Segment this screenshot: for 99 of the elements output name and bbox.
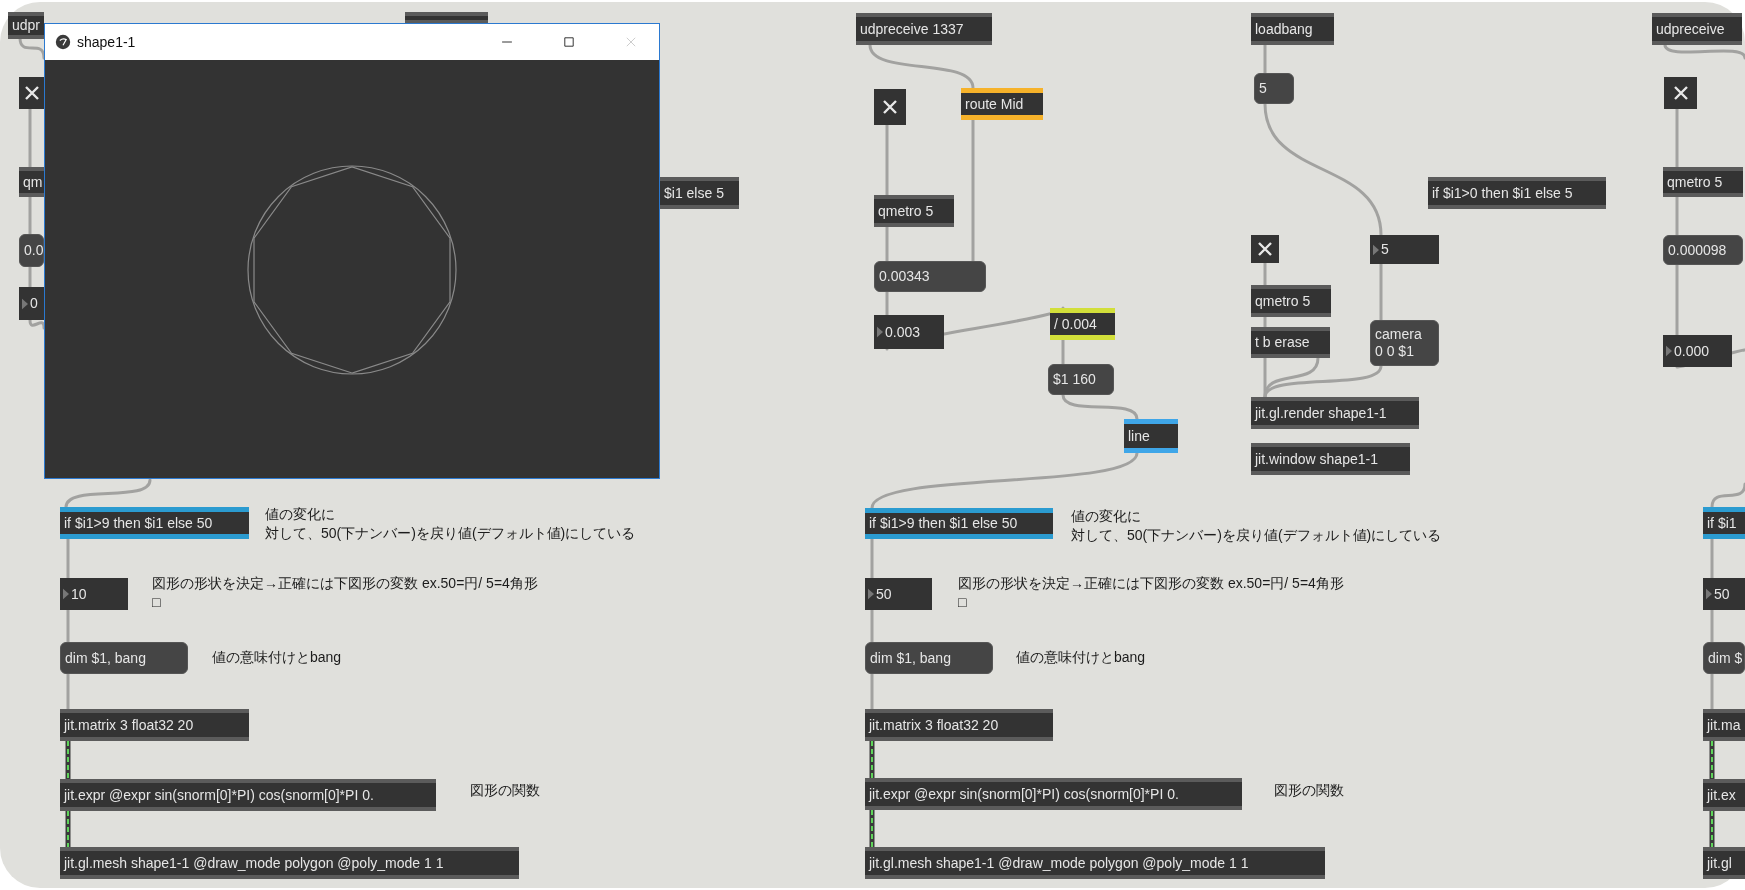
message-box[interactable]: $1 160 bbox=[1048, 364, 1114, 395]
number-box[interactable]: 50 bbox=[865, 578, 932, 610]
patch-cord bbox=[870, 537, 874, 580]
object-box[interactable]: loadbang bbox=[1251, 13, 1334, 45]
app-icon bbox=[55, 34, 71, 50]
object-box[interactable]: qmetro 5 bbox=[1663, 167, 1743, 197]
toggle[interactable] bbox=[874, 89, 906, 125]
patch-cord bbox=[1710, 537, 1714, 580]
object-box[interactable]: if $i1>9 then $i1 else 50 bbox=[865, 508, 1053, 539]
toggle[interactable] bbox=[1251, 235, 1279, 263]
patch-cord bbox=[28, 107, 32, 169]
object-box[interactable]: udpr bbox=[8, 12, 44, 39]
patch-cord bbox=[1709, 810, 1715, 848]
object-box[interactable]: qm bbox=[19, 167, 44, 197]
message-box[interactable]: 5 bbox=[1254, 73, 1294, 104]
comment: 図形の関数 bbox=[1274, 781, 1344, 800]
patch-cord bbox=[28, 265, 32, 289]
message-box[interactable]: dim $1, bang bbox=[865, 642, 993, 674]
comment: 図形の形状を決定→正確には下図形の変数 ex.50=円/ 5=4角形 bbox=[958, 574, 1344, 593]
object-box[interactable]: udpreceive bbox=[1652, 13, 1742, 45]
patch-cord bbox=[66, 672, 70, 711]
object-box[interactable]: jit.ex bbox=[1703, 779, 1745, 811]
window-title: shape1-1 bbox=[77, 34, 136, 50]
patch-cord bbox=[1710, 482, 1745, 509]
number-box[interactable]: 0.003 bbox=[874, 315, 944, 349]
comment: 図形の関数 bbox=[470, 781, 540, 800]
object-box[interactable]: jit.gl.mesh shape1-1 @draw_mode polygon @poly_mode 1 1 bbox=[60, 847, 519, 879]
object-box[interactable]: jit.matrix 3 float32 20 bbox=[60, 709, 249, 741]
object-box[interactable]: jit.gl.render shape1-1 bbox=[1251, 397, 1419, 429]
object-box[interactable]: if $i1>9 then $i1 else 50 bbox=[60, 507, 249, 539]
patch-cord bbox=[870, 672, 874, 711]
object-box[interactable]: jit.gl bbox=[1703, 847, 1745, 879]
object-box[interactable]: qmetro 5 bbox=[1251, 285, 1331, 317]
toggle[interactable] bbox=[19, 77, 44, 109]
message-box[interactable]: camera 0 0 $1 bbox=[1370, 320, 1439, 366]
comment: 対して、50(下ナンバー)を戻り値(デフォルト値)にしている bbox=[1071, 525, 1442, 545]
triangle-icon bbox=[868, 588, 874, 600]
object-box[interactable]: jit.expr @expr sin(snorm[0]*PI) cos(snorm[0]*PI 0. bbox=[60, 779, 436, 811]
object-box[interactable]: t b erase bbox=[1251, 327, 1330, 358]
patch-cord bbox=[66, 537, 70, 580]
comment: 対して、50(下ナンバー)を戻り値(デフォルト値)にしている bbox=[265, 523, 636, 543]
object-box[interactable]: jit.window shape1-1 bbox=[1251, 443, 1410, 475]
number-box[interactable]: 5 bbox=[1370, 235, 1439, 264]
triangle-icon bbox=[877, 326, 883, 338]
triangle-icon bbox=[22, 297, 28, 310]
object-box[interactable]: qmetro 5 bbox=[874, 195, 954, 227]
object-box[interactable] bbox=[405, 12, 488, 24]
maximize-icon bbox=[562, 35, 576, 49]
object-box[interactable]: jit.expr @expr sin(snorm[0]*PI) cos(snorm[0]*PI 0. bbox=[865, 778, 1242, 810]
patch-cord bbox=[1263, 43, 1267, 75]
message-box[interactable]: 0.000098 bbox=[1663, 235, 1743, 265]
close-icon bbox=[624, 35, 638, 49]
number-box[interactable]: 0.000 bbox=[1663, 335, 1732, 367]
message-box[interactable]: 0.00343 bbox=[874, 261, 986, 292]
comment: 値の変化に bbox=[1071, 507, 1141, 526]
triangle-icon bbox=[1373, 243, 1379, 256]
comment: 図形の形状を決定→正確には下図形の変数 ex.50=円/ 5=4角形 bbox=[152, 574, 538, 593]
number-box[interactable]: 50 bbox=[1703, 578, 1745, 610]
patch-cord bbox=[66, 608, 70, 644]
patch-cord bbox=[28, 195, 32, 236]
patch-cord bbox=[1710, 672, 1714, 711]
object-box[interactable]: route Mid bbox=[961, 88, 1043, 120]
object-box[interactable]: if $i1>0 then $i1 else 5 bbox=[1428, 177, 1606, 209]
message-box[interactable]: 0.0 bbox=[19, 234, 44, 267]
patch-cord bbox=[870, 608, 874, 644]
object-box[interactable]: jit.ma bbox=[1703, 709, 1745, 741]
patch-cord bbox=[1710, 608, 1714, 644]
comment: □ bbox=[958, 592, 967, 612]
patch-cord bbox=[1263, 261, 1267, 287]
triangle-icon bbox=[63, 588, 69, 600]
patch-cord bbox=[65, 810, 71, 848]
patch-cord bbox=[65, 740, 71, 780]
comment: 値の意味付けとbang bbox=[1016, 648, 1146, 667]
patch-cord bbox=[18, 36, 46, 60]
object-box[interactable]: jit.matrix 3 float32 20 bbox=[865, 709, 1053, 741]
patch-cord bbox=[1379, 262, 1383, 322]
patch-cord bbox=[885, 225, 889, 263]
triangle-icon bbox=[1666, 345, 1672, 357]
comment: 値の意味付けとbang bbox=[212, 648, 342, 667]
patch-cord bbox=[869, 740, 875, 779]
object-box[interactable]: line bbox=[1124, 419, 1178, 453]
message-box[interactable]: dim $1, bang bbox=[60, 642, 188, 674]
patch-cord bbox=[869, 809, 875, 848]
object-box[interactable]: udpreceive 1337 bbox=[856, 13, 992, 45]
patch-cord bbox=[28, 318, 46, 330]
toggle[interactable] bbox=[1664, 77, 1697, 109]
patch-cord bbox=[1709, 740, 1715, 780]
message-box[interactable]: dim $ bbox=[1703, 642, 1745, 674]
patch-cord bbox=[1675, 107, 1679, 169]
object-box[interactable]: if $i1 bbox=[1703, 507, 1745, 539]
triangle-icon bbox=[1706, 588, 1712, 600]
number-box[interactable]: 0 bbox=[19, 287, 44, 320]
object-box[interactable]: $i1 else 5 bbox=[660, 177, 739, 209]
patch-cord bbox=[1675, 195, 1679, 237]
object-box[interactable]: jit.gl.mesh shape1-1 @draw_mode polygon @poly_mode 1 1 bbox=[865, 847, 1325, 879]
object-box[interactable]: / 0.004 bbox=[1050, 308, 1115, 340]
number-box[interactable]: 10 bbox=[60, 578, 128, 610]
comment: □ bbox=[152, 592, 161, 612]
comment: 値の変化に bbox=[265, 505, 335, 524]
